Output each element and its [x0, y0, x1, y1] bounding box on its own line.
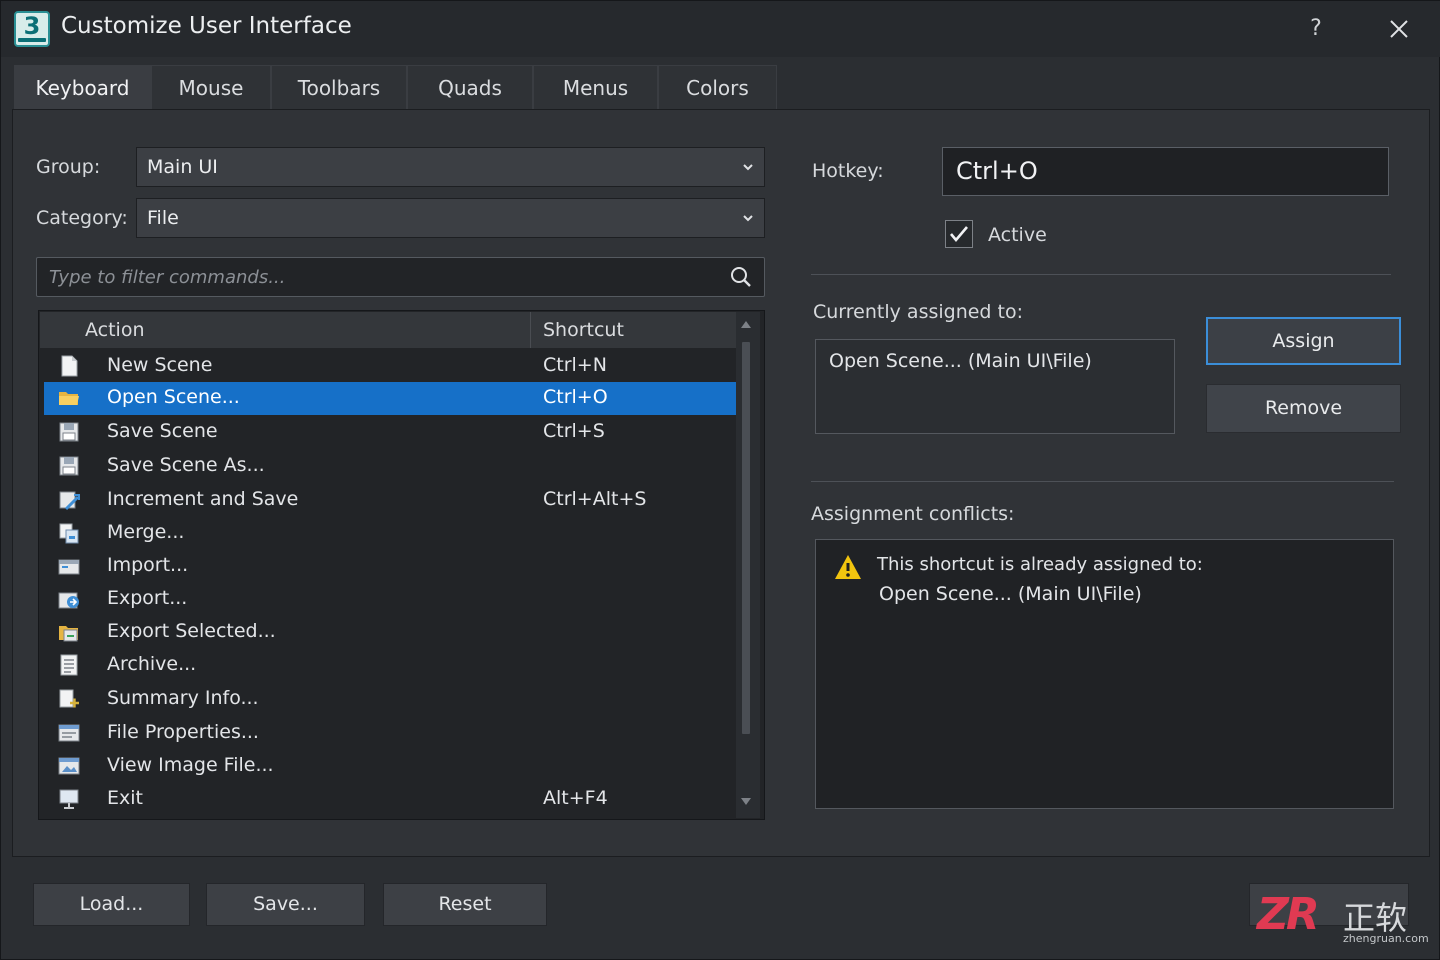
watermark-url: zhengruan.com: [1343, 932, 1429, 945]
watermark: ZR 正软 zhengruan.com: [1251, 881, 1440, 960]
conflicts-label: Assignment conflicts:: [811, 503, 1015, 525]
tab-keyboard[interactable]: Keyboard: [14, 65, 151, 111]
list-scrollbar[interactable]: [736, 312, 760, 818]
filter-input[interactable]: [37, 258, 717, 296]
list-item[interactable]: Save Scene As...: [44, 450, 736, 483]
export-icon: [58, 592, 79, 609]
file-properties-icon: [58, 724, 80, 742]
group-value: Main UI: [147, 156, 218, 178]
divider: [811, 481, 1394, 482]
list-item[interactable]: View Image File...: [44, 750, 736, 783]
list-item[interactable]: Save Scene Ctrl+S: [44, 416, 736, 449]
category-label: Category:: [36, 207, 128, 229]
tab-quads[interactable]: Quads: [407, 65, 533, 109]
watermark-logo: ZR: [1257, 889, 1320, 940]
command-list[interactable]: Action Shortcut New Scene Ctrl+N Open Sc…: [38, 310, 765, 820]
chevron-down-icon: [743, 164, 753, 171]
tab-mouse[interactable]: Mouse: [151, 65, 271, 109]
scroll-down-icon[interactable]: [741, 798, 751, 805]
assign-button[interactable]: Assign: [1206, 317, 1401, 365]
column-shortcut[interactable]: Shortcut: [543, 319, 624, 341]
list-header: Action Shortcut: [40, 312, 736, 348]
category-dropdown[interactable]: File: [136, 198, 765, 238]
close-icon[interactable]: [1381, 11, 1417, 47]
new-file-icon: [61, 355, 78, 377]
search-icon[interactable]: [730, 266, 752, 288]
list-item[interactable]: Merge...: [44, 517, 736, 550]
list-item[interactable]: Export Selected...: [44, 616, 736, 649]
archive-icon: [60, 654, 78, 676]
remove-button[interactable]: Remove: [1206, 384, 1401, 433]
chevron-down-icon: [743, 215, 753, 222]
conflict-message: This shortcut is already assigned to:: [877, 554, 1203, 575]
group-label: Group:: [36, 156, 101, 178]
group-dropdown[interactable]: Main UI: [136, 147, 765, 187]
command-filter: [36, 257, 765, 297]
list-item-selected[interactable]: Open Scene... Ctrl+O: [44, 382, 736, 415]
tab-menus[interactable]: Menus: [533, 65, 658, 109]
conflicts-box: This shortcut is already assigned to: Op…: [815, 539, 1394, 809]
title-bar[interactable]: 3 Customize User Interface ?: [1, 1, 1440, 57]
view-image-icon: [58, 757, 80, 775]
tab-colors[interactable]: Colors: [658, 65, 777, 109]
hotkey-field[interactable]: Ctrl+O: [942, 147, 1389, 196]
window-title: Customize User Interface: [61, 13, 352, 39]
save-button[interactable]: Save...: [206, 883, 365, 926]
hotkey-label: Hotkey:: [812, 160, 884, 182]
app-logo-icon: 3: [14, 11, 50, 47]
folder-icon: [59, 392, 79, 405]
export-selected-icon: [59, 626, 78, 642]
active-label[interactable]: Active: [988, 224, 1047, 246]
help-button[interactable]: ?: [1301, 11, 1331, 47]
exit-icon: [59, 789, 79, 809]
divider: [811, 274, 1391, 275]
list-item[interactable]: Exit Alt+F4: [44, 783, 736, 816]
floppy-disk-icon: [59, 422, 79, 442]
scrollbar-thumb[interactable]: [742, 342, 750, 734]
column-action[interactable]: Action: [85, 319, 145, 341]
assigned-label: Currently assigned to:: [813, 301, 1024, 323]
reset-button[interactable]: Reset: [383, 883, 547, 926]
category-value: File: [147, 207, 179, 229]
list-item[interactable]: Export...: [44, 583, 736, 616]
merge-icon: [59, 523, 79, 544]
conflict-target: Open Scene... (Main UI\File): [879, 583, 1142, 605]
list-item[interactable]: New Scene Ctrl+N: [44, 350, 736, 383]
active-checkbox[interactable]: [945, 220, 973, 248]
assigned-to-box: Open Scene... (Main UI\File): [815, 339, 1175, 434]
assigned-value: Open Scene... (Main UI\File): [829, 350, 1092, 372]
list-item[interactable]: File Properties...: [44, 717, 736, 750]
checkmark-icon: [950, 226, 968, 243]
increment-save-icon: [59, 491, 80, 511]
warning-icon: [835, 555, 861, 579]
load-button[interactable]: Load...: [33, 883, 190, 926]
list-item[interactable]: Increment and Save Ctrl+Alt+S: [44, 484, 736, 517]
tab-toolbars[interactable]: Toolbars: [271, 65, 407, 109]
floppy-disk-icon: [59, 456, 79, 476]
summary-info-icon: [59, 689, 79, 708]
customize-ui-dialog: 3 Customize User Interface ? Keyboard Mo…: [0, 0, 1440, 960]
scroll-up-icon[interactable]: [741, 321, 751, 328]
list-item[interactable]: Summary Info...: [44, 683, 736, 716]
import-icon: [58, 559, 80, 575]
list-item[interactable]: Import...: [44, 550, 736, 583]
list-item[interactable]: Archive...: [44, 649, 736, 682]
